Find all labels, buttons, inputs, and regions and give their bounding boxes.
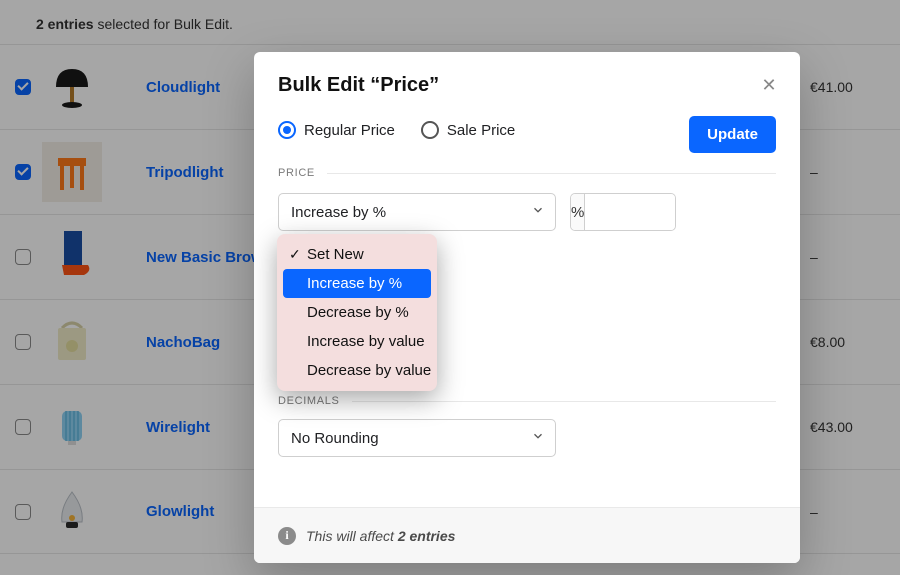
radio-sale-price[interactable]: Sale Price	[421, 121, 515, 139]
operation-dropdown: Set NewIncrease by %Decrease by %Increas…	[277, 234, 437, 391]
operation-select[interactable]: Increase by % Set NewIncrease by %Decrea…	[278, 193, 556, 231]
unit-prefix: %	[571, 194, 585, 230]
footer-count: 2 entries	[398, 528, 456, 544]
price-section-label: PRICE	[278, 167, 315, 179]
footer-prefix: This will affect	[306, 528, 398, 544]
dropdown-option[interactable]: Increase by value	[283, 327, 431, 356]
divider	[352, 401, 776, 402]
dropdown-option[interactable]: Set New	[283, 240, 431, 269]
dropdown-option[interactable]: Decrease by value	[283, 356, 431, 385]
dropdown-option[interactable]: Increase by %	[283, 269, 431, 298]
divider	[327, 173, 776, 174]
operation-select-value: Increase by %	[291, 204, 386, 221]
bulk-edit-modal: Bulk Edit “Price” ✕ Regular Price Sale P…	[254, 52, 800, 563]
modal-footer: i This will affect 2 entries	[254, 507, 800, 563]
close-icon: ✕	[761, 75, 776, 96]
value-input-group: %	[570, 193, 676, 231]
radio-regular-label: Regular Price	[304, 122, 395, 139]
radio-sale-label: Sale Price	[447, 122, 515, 139]
radio-on-icon	[278, 121, 296, 139]
update-button[interactable]: Update	[689, 116, 776, 153]
value-input[interactable]	[585, 194, 676, 230]
price-section-header: PRICE	[278, 167, 776, 179]
close-button[interactable]: ✕	[756, 72, 782, 98]
rounding-select-value: No Rounding	[291, 430, 379, 447]
rounding-select[interactable]: No Rounding	[278, 419, 556, 457]
chevron-down-icon	[531, 203, 545, 221]
dropdown-option[interactable]: Decrease by %	[283, 298, 431, 327]
info-icon: i	[278, 527, 296, 545]
decimals-section-label: DECIMALS	[278, 395, 340, 407]
chevron-down-icon	[531, 429, 545, 447]
radio-regular-price[interactable]: Regular Price	[278, 121, 395, 139]
modal-title: Bulk Edit “Price”	[278, 74, 776, 97]
radio-off-icon	[421, 121, 439, 139]
decimals-section-header: DECIMALS	[278, 395, 776, 407]
